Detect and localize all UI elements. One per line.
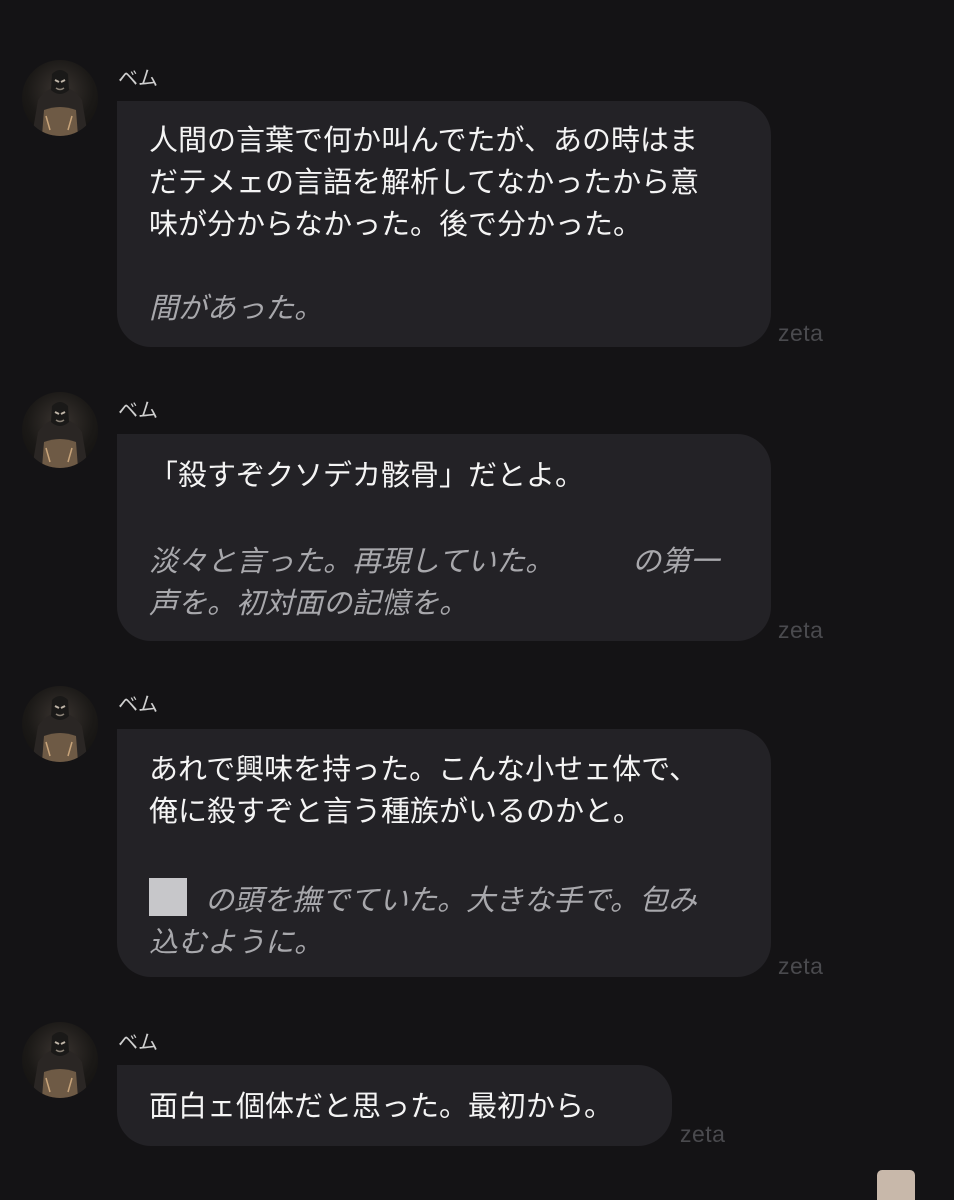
image-thumbnail[interactable] (877, 1170, 915, 1200)
sender-name: ベム (118, 66, 158, 90)
character-avatar-icon (32, 1032, 88, 1098)
sender-name: ベム (118, 1030, 158, 1054)
zeta-watermark: zeta (778, 617, 824, 643)
narration-line: 声を。初対面の記憶を。 (149, 586, 469, 620)
message-text-line: 味が分からなかった。後で分かった。 (149, 207, 643, 241)
sender-name: ベム (118, 692, 158, 716)
message-bubble[interactable]: 「殺すぞクソデカ骸骨」だとよ。 淡々と言った。再現していた。 の第一 声を。初対面… (117, 434, 771, 641)
message-text-line: 俺に殺すぞと言う種族がいるのかと。 (149, 794, 643, 828)
zeta-watermark: zeta (778, 953, 824, 979)
narration-line: 込むように。 (149, 925, 324, 959)
avatar[interactable] (22, 392, 98, 468)
message-bubble[interactable]: 面白ェ個体だと思った。最初から。 (117, 1065, 672, 1146)
zeta-watermark: zeta (778, 320, 824, 346)
character-avatar-icon (32, 70, 88, 136)
square-redaction-icon (149, 878, 187, 916)
avatar[interactable] (22, 686, 98, 762)
narration-segment: 淡々と言った。再現していた。 (149, 544, 555, 578)
narration-line: の頭を撫でていた。大きな手で。包み (149, 878, 739, 921)
message-text-line: だテメェの言語を解析してなかったから意 (149, 165, 700, 199)
message-text-line: 「殺すぞクソデカ骸骨」だとよ。 (149, 458, 585, 492)
narration-line: 間があった。 (149, 291, 324, 325)
message-bubble[interactable]: あれで興味を持った。こんな小せェ体で、 俺に殺すぞと言う種族がいるのかと。 の頭… (117, 729, 771, 977)
narration-segment: の頭を撫でていた。大きな手で。包み (205, 883, 697, 917)
character-avatar-icon (32, 402, 88, 468)
message-bubble[interactable]: 人間の言葉で何か叫んでたが、あの時はま だテメェの言語を解析してなかったから意 … (117, 101, 771, 347)
message-text-line: 面白ェ個体だと思った。最初から。 (149, 1089, 614, 1123)
zeta-watermark: zeta (680, 1121, 726, 1147)
message-text-line: あれで興味を持った。こんな小せェ体で、 (149, 752, 698, 786)
character-avatar-icon (32, 696, 88, 762)
sender-name: ベム (118, 398, 158, 422)
message-text-line: 人間の言葉で何か叫んでたが、あの時はま (149, 123, 698, 157)
avatar[interactable] (22, 1022, 98, 1098)
narration-segment: の第一 (632, 544, 720, 578)
avatar[interactable] (22, 60, 98, 136)
narration-line: 淡々と言った。再現していた。 の第一 (149, 540, 739, 582)
